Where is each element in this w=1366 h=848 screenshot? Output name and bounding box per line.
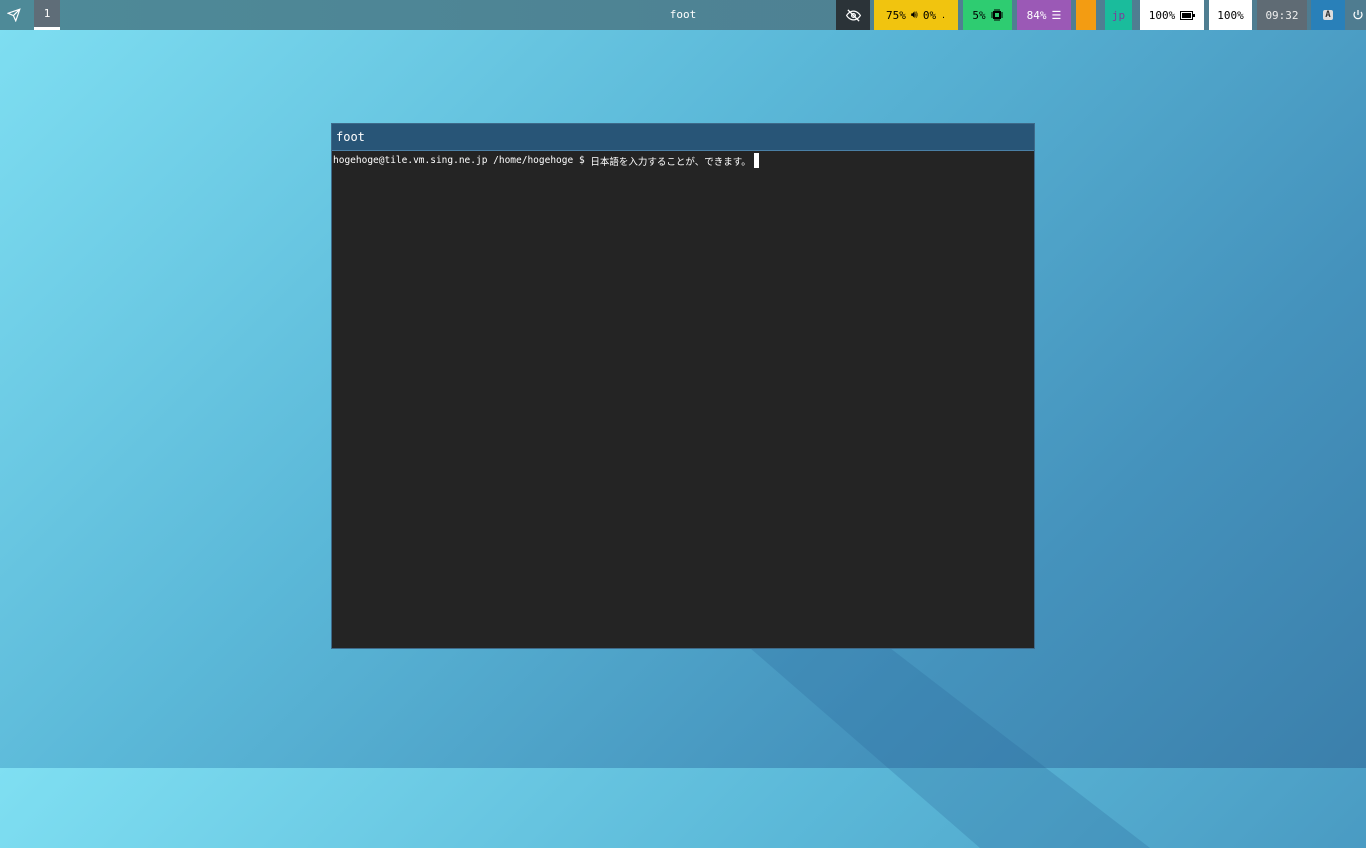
speaker-icon: 🔊︎ bbox=[910, 8, 918, 21]
temperature-module[interactable] bbox=[1076, 0, 1096, 30]
audio-module[interactable]: 75% 🔊︎ 0% . bbox=[874, 0, 958, 30]
clock[interactable]: 09:32 bbox=[1257, 0, 1307, 30]
idle-inhibitor[interactable] bbox=[836, 0, 870, 30]
send-icon bbox=[7, 8, 21, 22]
workspace-1[interactable]: 1 bbox=[34, 0, 60, 30]
terminal-window[interactable]: foot hogehoge@tile.vm.sing.ne.jp /home/h… bbox=[331, 123, 1035, 649]
input-method-tray[interactable]: A bbox=[1311, 0, 1345, 30]
command-input: 日本語を入力することが、できます。 bbox=[590, 156, 751, 168]
window-titlebar[interactable]: foot bbox=[332, 124, 1034, 151]
shell-prompt: hogehoge@tile.vm.sing.ne.jp /home/hogeho… bbox=[333, 155, 591, 166]
input-method-icon: A bbox=[1323, 10, 1333, 20]
power-icon bbox=[1352, 10, 1363, 20]
text-cursor bbox=[753, 153, 759, 168]
battery-module[interactable]: 100% bbox=[1140, 0, 1204, 30]
launcher-button[interactable] bbox=[0, 0, 28, 30]
backlight-module[interactable]: 100% bbox=[1209, 0, 1252, 30]
battery-icon bbox=[1180, 10, 1196, 20]
menu-lines-icon: ☰ bbox=[1051, 8, 1062, 22]
eye-off-icon bbox=[845, 8, 861, 22]
wallpaper-shadow bbox=[750, 648, 1150, 848]
power-button[interactable] bbox=[1349, 0, 1366, 30]
keyboard-layout[interactable]: jp bbox=[1105, 0, 1132, 30]
cpu-module[interactable]: 5% bbox=[963, 0, 1012, 30]
memory-module[interactable]: 84% ☰ bbox=[1017, 0, 1071, 30]
cpu-icon bbox=[990, 9, 1003, 21]
top-bar: 1 foot 75% 🔊︎ 0% . 5% 84% ☰ jp 100% 100%… bbox=[0, 0, 1366, 30]
terminal-content[interactable]: hogehoge@tile.vm.sing.ne.jp /home/hogeho… bbox=[332, 151, 1034, 170]
